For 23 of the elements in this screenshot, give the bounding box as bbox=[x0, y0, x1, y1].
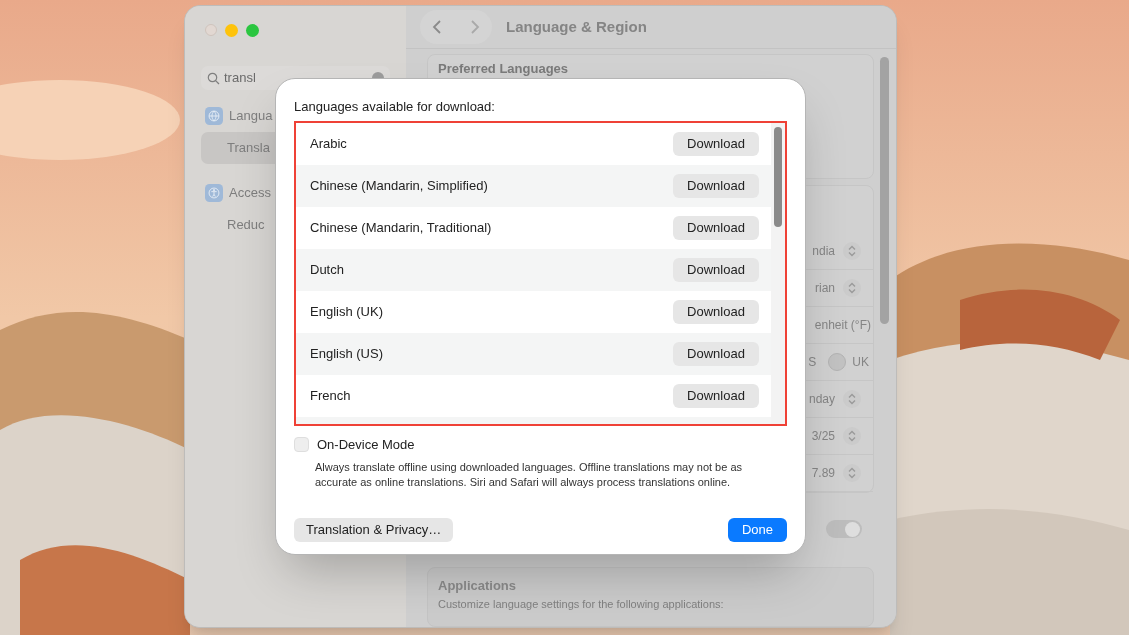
radio-label: S bbox=[808, 354, 817, 371]
sheet-title: Languages available for download: bbox=[294, 98, 496, 116]
search-value: transl bbox=[224, 69, 257, 88]
checkbox-label: On-Device Mode bbox=[317, 436, 415, 454]
window-title: Language & Region bbox=[506, 16, 647, 37]
language-name: Dutch bbox=[310, 261, 344, 280]
language-name: Arabic bbox=[310, 135, 347, 154]
language-name: English (US) bbox=[310, 345, 383, 364]
language-name: English (UK) bbox=[310, 303, 383, 322]
radio-label: UK bbox=[852, 354, 869, 371]
language-name: Chinese (Mandarin, Traditional) bbox=[310, 219, 492, 238]
section-description: Customize language settings for the following applications: bbox=[438, 596, 725, 612]
section-title: Applications bbox=[438, 577, 517, 595]
setting-value: nday bbox=[808, 391, 835, 408]
setting-value: rian bbox=[815, 280, 835, 297]
language-name: Chinese (Mandarin, Simplified) bbox=[310, 177, 488, 196]
setting-value: 3/25 bbox=[811, 428, 835, 445]
setting-value: enheit (°F) bbox=[814, 317, 871, 334]
language-name: French bbox=[310, 387, 351, 406]
setting-value: ndia bbox=[812, 243, 835, 260]
section-title: Preferred Languages bbox=[438, 61, 569, 76]
setting-value: 7.89 bbox=[811, 465, 835, 482]
checkbox-description: Always translate offline using downloaded languages. Offline translations may not be as accurate as online translations. Siri and Safari will always process translations online. bbox=[315, 459, 744, 490]
